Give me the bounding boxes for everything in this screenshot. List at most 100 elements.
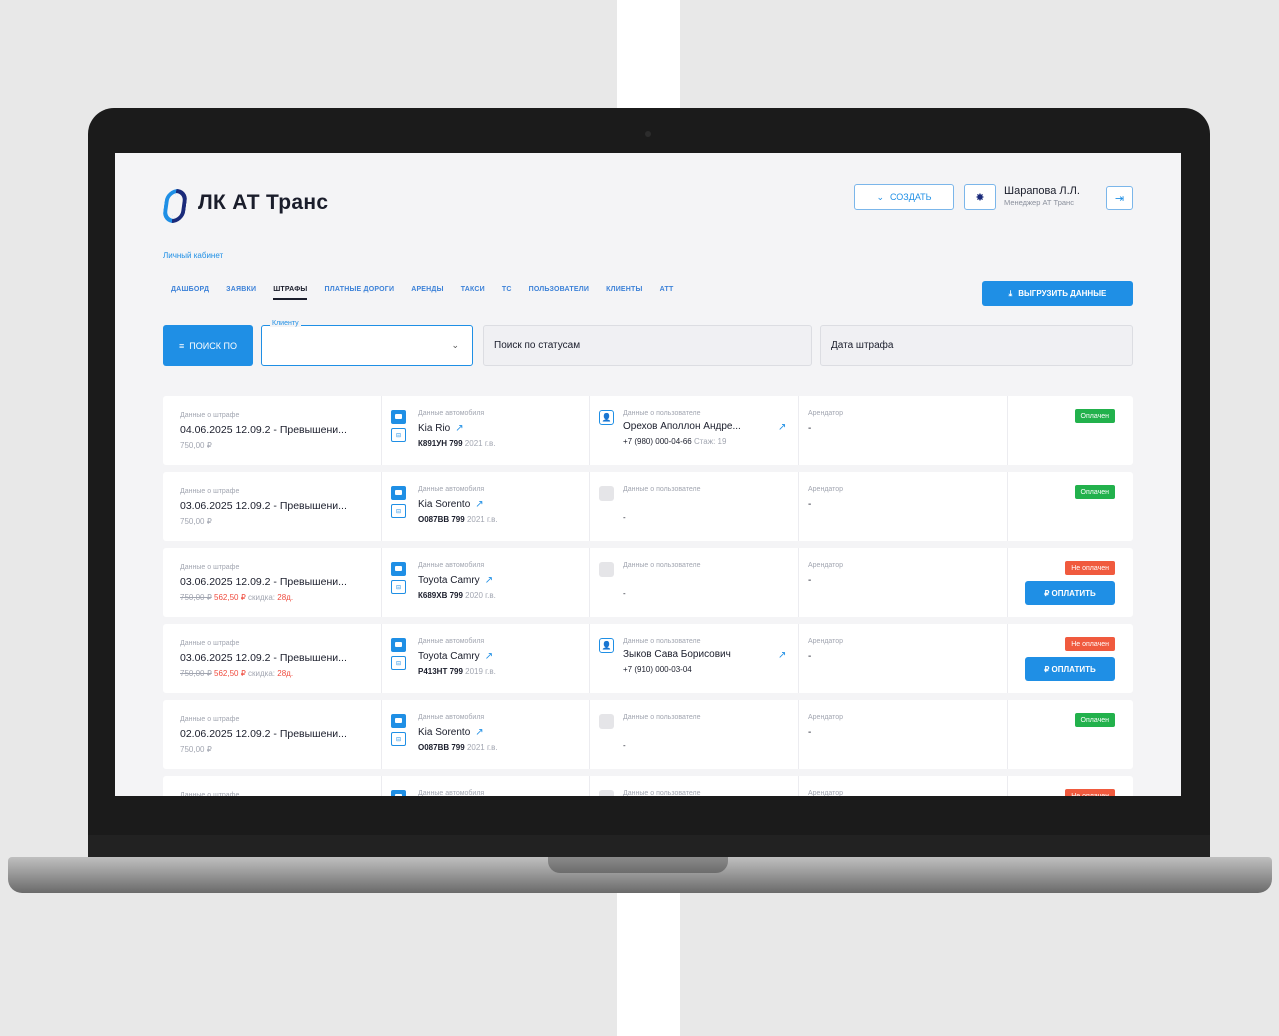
open-link-icon[interactable]: ↗ xyxy=(778,422,786,433)
renter-cell: Арендатор - xyxy=(798,396,1008,465)
tab-5[interactable]: ТАКСИ xyxy=(461,286,485,300)
tab-8[interactable]: КЛИЕНТЫ xyxy=(606,286,642,300)
create-button[interactable]: ⌄ СОЗДАТЬ xyxy=(854,184,954,210)
fine-row[interactable]: Данные о штрафе 03.06.2025 12.09.2 - Пре… xyxy=(163,472,1133,541)
user-phone: +7 (910) 000-03-04 xyxy=(623,665,692,674)
renter-cell: Арендатор - xyxy=(798,472,1008,541)
user-cell: Данные о пользователе - xyxy=(589,472,799,541)
fine-cell: Данные о штрафе 02.06.2025 12.09.2 - Пре… xyxy=(163,700,381,769)
new-amount: 562,50 ₽ xyxy=(214,593,246,602)
status-cell: Оплачен xyxy=(1007,396,1134,465)
renter-label: Арендатор xyxy=(808,714,844,721)
open-link-icon[interactable]: ↗ xyxy=(485,651,493,662)
car-model[interactable]: Kia Sorento ↗ xyxy=(418,499,484,510)
user-fullname: Орехов Аполлон Андре... xyxy=(623,421,741,432)
export-data-button[interactable]: ⤓ ВЫГРУЗИТЬ ДАННЫЕ xyxy=(982,281,1133,306)
renter-label: Арендатор xyxy=(808,790,844,796)
car-label: Данные автомобиля xyxy=(418,486,485,493)
user-label: Данные о пользователе xyxy=(623,714,701,721)
car-plate-line: Р413НТ 799 2019 г.в. xyxy=(418,667,496,676)
app-logo[interactable]: ЛК АТ Транс xyxy=(161,187,328,223)
status-badge: Не оплачен xyxy=(1065,789,1115,796)
plate-icon: ⊟ xyxy=(391,656,406,670)
status-search-field[interactable]: Поиск по статусам xyxy=(483,325,812,366)
search-by-button[interactable]: ≡ ПОИСК ПО xyxy=(163,325,253,366)
open-link-icon[interactable]: ↗ xyxy=(485,575,493,586)
fine-amount-line: 750,00 ₽ xyxy=(180,517,212,526)
fine-label: Данные о штрафе xyxy=(180,640,240,647)
user-icon xyxy=(599,714,614,729)
tab-9[interactable]: АТТ xyxy=(660,286,674,300)
car-icon xyxy=(391,410,406,424)
new-amount: 562,50 ₽ xyxy=(214,669,246,678)
user-phone: - xyxy=(623,513,626,522)
fine-row[interactable]: Данные о штрафе 03.06.2025 12.09.2 - Пре… xyxy=(163,548,1133,617)
car-model-text: Kia Rio xyxy=(418,423,451,434)
fine-title: 04.06.2025 12.09.2 - Превышени... xyxy=(180,424,347,436)
tab-0[interactable]: ДАШБОРД xyxy=(171,286,209,300)
status-cell: Оплачен xyxy=(1007,472,1134,541)
car-icon xyxy=(391,486,406,500)
car-plate: О087ВВ 799 xyxy=(418,743,465,752)
open-link-icon[interactable]: ↗ xyxy=(455,423,463,434)
car-model[interactable]: Kia Rio ↗ xyxy=(418,423,464,434)
user-cell: Данные о пользователе xyxy=(589,776,799,796)
renter-label: Арендатор xyxy=(808,562,844,569)
open-link-icon[interactable]: ↗ xyxy=(475,727,483,738)
user-phone: - xyxy=(623,589,626,598)
car-label: Данные автомобиля xyxy=(418,410,485,417)
car-model[interactable]: Kia Sorento ↗ xyxy=(418,727,484,738)
open-link-icon[interactable]: ↗ xyxy=(475,499,483,510)
car-cell: ⊟ Данные автомобиля Toyota Camry ↗ Р413НТ… xyxy=(381,624,590,693)
car-plate-line: О087ВВ 799 2021 г.в. xyxy=(418,515,498,524)
user-label: Данные о пользователе xyxy=(623,790,701,796)
tab-2[interactable]: ШТРАФЫ xyxy=(273,286,308,300)
menu-icon: ≡ xyxy=(179,340,185,351)
pay-button[interactable]: ₽ ОПЛАТИТЬ xyxy=(1025,581,1115,605)
fine-row[interactable]: Данные о штрафе Данные автомобиля Данные… xyxy=(163,776,1133,796)
fine-amount-line: 750,00 ₽ xyxy=(180,441,212,450)
tab-4[interactable]: АРЕНДЫ xyxy=(411,286,444,300)
fine-row[interactable]: Данные о штрафе 02.06.2025 12.09.2 - Пре… xyxy=(163,700,1133,769)
fine-cell: Данные о штрафе 03.06.2025 12.09.2 - Пре… xyxy=(163,548,381,617)
user-label: Данные о пользователе xyxy=(623,562,701,569)
breadcrumb[interactable]: Личный кабинет xyxy=(163,251,223,260)
tab-6[interactable]: ТС xyxy=(502,286,512,300)
renter-value: - xyxy=(808,499,812,510)
user-phone-line: +7 (910) 000-03-04 xyxy=(623,665,692,674)
user-phone-line: - xyxy=(623,513,626,522)
favorites-button[interactable]: ✸ xyxy=(964,184,996,210)
car-model[interactable]: Toyota Camry ↗ xyxy=(418,575,493,586)
tab-7[interactable]: ПОЛЬЗОВАТЕЛИ xyxy=(529,286,590,300)
fine-label: Данные о штрафе xyxy=(180,488,240,495)
fine-amount-line: 750,00 ₽ 562,50 ₽ скидка: 28д. xyxy=(180,593,293,602)
fine-row[interactable]: Данные о штрафе 04.06.2025 12.09.2 - Пре… xyxy=(163,396,1133,465)
car-model[interactable]: Toyota Camry ↗ xyxy=(418,651,493,662)
chevron-down-icon[interactable]: ⌄ xyxy=(451,340,459,351)
car-label: Данные автомобиля xyxy=(418,638,485,645)
car-plate-line: К689ХВ 799 2020 г.в. xyxy=(418,591,496,600)
open-link-icon[interactable]: ↗ xyxy=(778,650,786,661)
client-select[interactable]: Клиенту ⌄ xyxy=(261,320,473,366)
car-model-text: Toyota Camry xyxy=(418,651,480,662)
user-role: Менеджер АТ Транс xyxy=(1004,198,1074,207)
fine-date-field[interactable]: Дата штрафа xyxy=(820,325,1133,366)
fines-list: Данные о штрафе 04.06.2025 12.09.2 - Пре… xyxy=(163,396,1133,796)
user-label: Данные о пользователе xyxy=(623,410,701,417)
car-icon xyxy=(391,790,406,796)
tab-1[interactable]: ЗАЯВКИ xyxy=(226,286,256,300)
car-year: 2020 г.в. xyxy=(465,591,496,600)
user-label: Данные о пользователе xyxy=(623,638,701,645)
tab-3[interactable]: ПЛАТНЫЕ ДОРОГИ xyxy=(324,286,394,300)
user-fullname: Зыков Сава Борисович xyxy=(623,649,731,660)
pay-button[interactable]: ₽ ОПЛАТИТЬ xyxy=(1025,657,1115,681)
car-label: Данные автомобиля xyxy=(418,790,485,796)
status-cell: Оплачен xyxy=(1007,700,1134,769)
fine-row[interactable]: Данные о штрафе 03.06.2025 12.09.2 - Пре… xyxy=(163,624,1133,693)
fine-label: Данные о штрафе xyxy=(180,792,240,796)
status-cell: Не оплачен ₽ ОПЛАТИТЬ xyxy=(1007,548,1134,617)
fine-amount-line: 750,00 ₽ 562,50 ₽ скидка: 28д. xyxy=(180,669,293,678)
car-year: 2021 г.в. xyxy=(464,439,496,448)
logout-button[interactable]: ⇥ xyxy=(1106,186,1133,210)
chevron-down-icon: ⌄ xyxy=(876,191,884,202)
